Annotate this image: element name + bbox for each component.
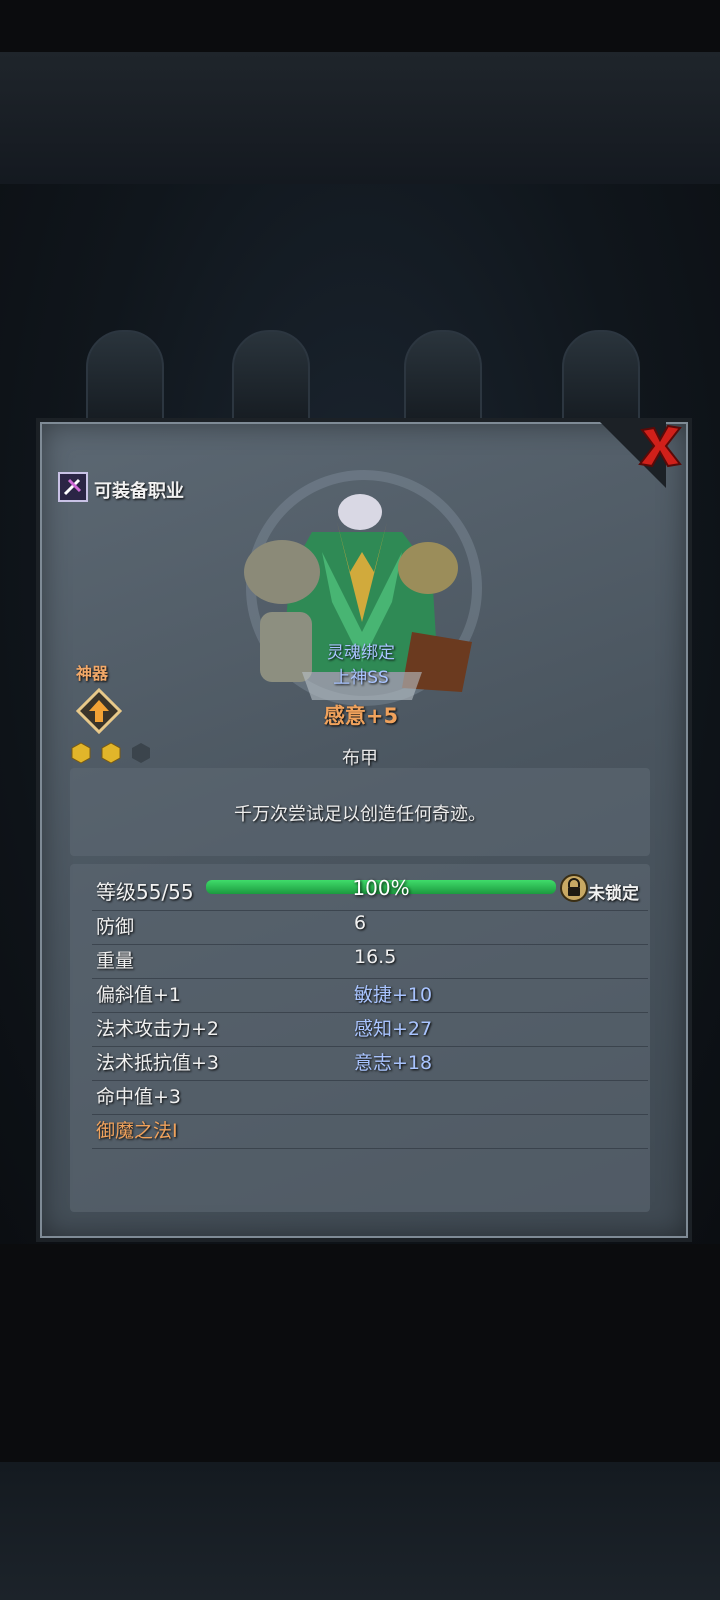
item-type: 布甲	[342, 748, 378, 769]
background-bottom-band	[0, 1462, 720, 1600]
special-skill: 御魔之法I	[96, 1120, 178, 1142]
background-window	[86, 330, 164, 424]
background-window	[404, 330, 482, 424]
class-icon[interactable]	[58, 472, 88, 502]
stat-accuracy: 命中值+3	[96, 1086, 182, 1108]
background-top-band	[0, 52, 720, 184]
row-divider	[92, 1012, 648, 1013]
enchant-level: 感意+5	[323, 704, 399, 728]
stat-deflection: 偏斜值+1	[96, 984, 182, 1006]
stat-agility: 敏捷+10	[354, 984, 433, 1006]
row-divider	[92, 1046, 648, 1047]
item-description: 千万次尝试足以创造任何奇迹。	[234, 804, 486, 825]
stat-spell-resist: 法术抵抗值+3	[96, 1052, 220, 1074]
close-button[interactable]	[636, 422, 684, 470]
lock-status-label[interactable]: 未锁定	[588, 879, 639, 904]
row-divider	[92, 944, 648, 945]
row-divider	[92, 978, 648, 979]
row-divider	[92, 1080, 648, 1081]
background-window	[232, 330, 310, 424]
row-divider	[92, 1114, 648, 1115]
row-divider	[92, 910, 648, 911]
stat-willpower: 意志+18	[354, 1052, 433, 1074]
gem-icon	[101, 742, 121, 764]
item-grade-text: 上神SS	[333, 668, 389, 688]
equippable-class-label: 可装备职业	[94, 481, 184, 502]
level-progress-text: 100%	[352, 876, 410, 900]
row-divider	[92, 1148, 648, 1149]
defense-label: 防御	[96, 916, 135, 938]
stat-spell-attack: 法术攻击力+2	[96, 1018, 220, 1040]
background-window	[562, 330, 640, 424]
gem-icon-empty	[132, 743, 150, 763]
padlock-icon[interactable]	[560, 874, 588, 902]
artifact-upgrade-icon[interactable]	[76, 688, 122, 734]
weight-label: 重量	[96, 950, 135, 972]
stat-perception: 感知+27	[354, 1018, 433, 1040]
artifact-label: 神器	[76, 664, 109, 683]
level-label: 等级55/55	[96, 880, 194, 904]
defense-value: 6	[354, 912, 367, 934]
weight-value: 16.5	[354, 946, 397, 968]
soul-bound-text: 灵魂绑定	[327, 643, 395, 663]
close-x-icon	[638, 424, 682, 468]
gem-icon	[71, 742, 91, 764]
